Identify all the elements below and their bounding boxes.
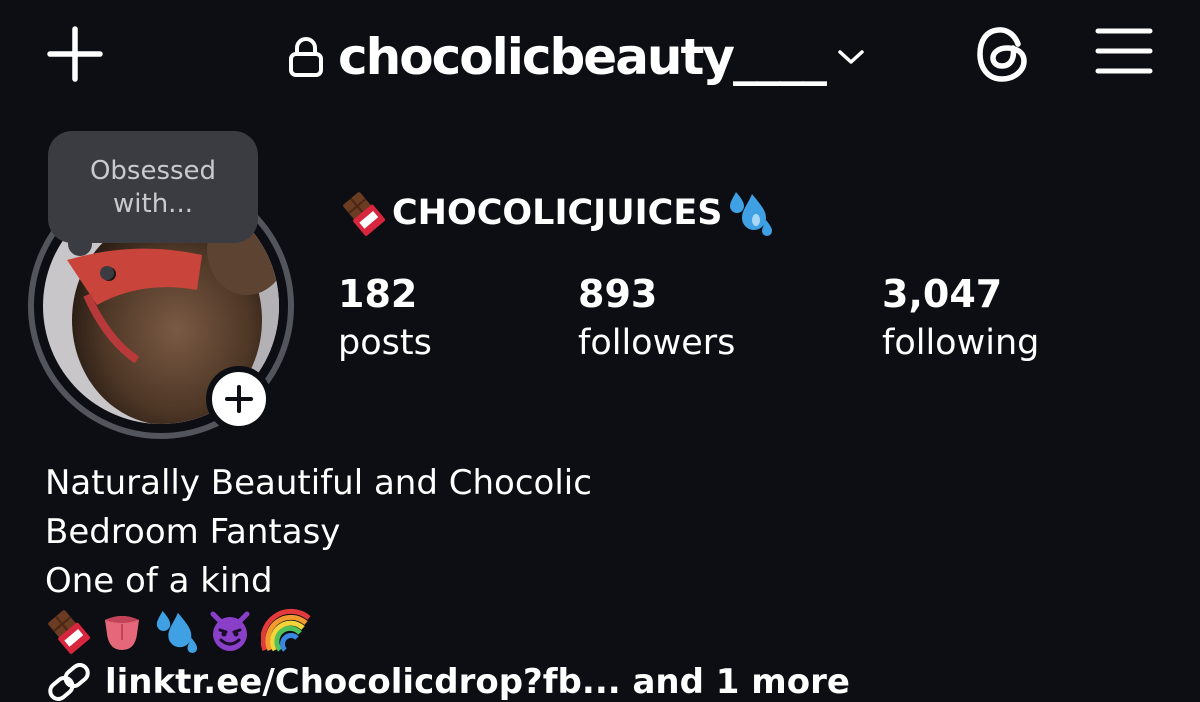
rainbow-icon [261,608,311,652]
top-bar: chocolicbeauty____ [0,0,1200,120]
bio-line: One of a kind [45,561,273,601]
note-bubble-tail [100,266,114,280]
bio-link-text: linktr.ee/Chocolicdrop?fb... and 1 more [105,662,850,702]
followers-stat[interactable]: 893 followers [578,270,735,368]
hamburger-menu-icon[interactable] [1094,26,1154,78]
sweat-droplets-icon [730,192,773,236]
posts-count: 182 [338,272,418,316]
profile-note-text: Obsessed with... [89,156,217,219]
following-label: following [882,323,1040,363]
account-switcher[interactable]: chocolicbeauty____ [288,22,867,92]
chocolate-bar-icon [343,192,385,236]
add-story-button[interactable] [206,366,272,432]
posts-stat[interactable]: 182 posts [338,270,432,368]
bio-link[interactable]: linktr.ee/Chocolicdrop?fb... and 1 more [45,662,850,702]
bio: Naturally Beautiful and Chocolic Bedroom… [45,459,592,654]
lock-icon [289,37,323,77]
plus-icon [225,385,253,413]
bio-line: Naturally Beautiful and Chocolic [45,463,592,503]
followers-count: 893 [578,272,658,316]
username: chocolicbeauty____ [338,28,827,86]
threads-icon[interactable] [974,24,1032,84]
plus-icon[interactable] [46,25,104,83]
posts-label: posts [338,323,432,363]
link-icon [48,663,90,701]
following-stat[interactable]: 3,047 following [882,270,1039,368]
tongue-icon [105,616,139,650]
display-name-row: CHOCOLICJUICES [340,190,774,236]
smiling-devil-icon [210,611,250,651]
chocolate-bar-icon [48,610,90,654]
followers-label: followers [578,323,736,363]
sweat-droplets-icon [156,610,198,654]
chevron-down-icon[interactable] [835,46,867,68]
bio-line: Bedroom Fantasy [45,512,341,552]
following-count: 3,047 [882,272,1003,316]
profile-note[interactable]: Obsessed with... [48,131,258,243]
display-name: CHOCOLICJUICES [392,193,723,233]
bio-emoji-row [45,608,592,654]
